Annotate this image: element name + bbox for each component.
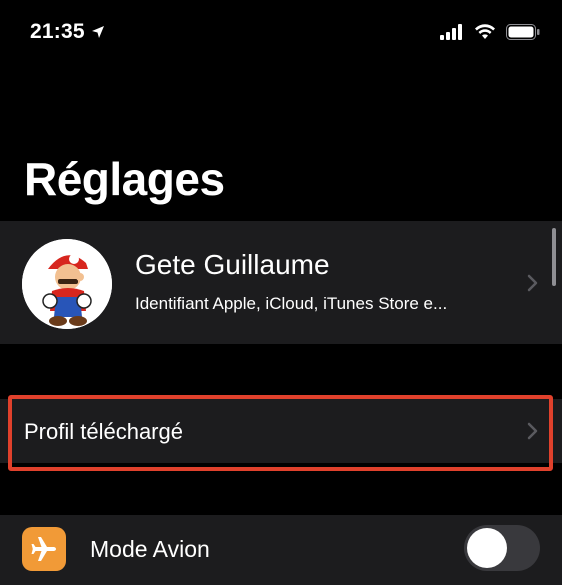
scroll-indicator[interactable] — [552, 228, 556, 286]
apple-id-profile-row[interactable]: Gete Guillaume Identifiant Apple, iCloud… — [0, 221, 562, 344]
avatar-image — [22, 239, 112, 329]
status-bar: 21:35 — [0, 0, 562, 70]
profile-subtitle: Identifiant Apple, iCloud, iTunes Store … — [135, 294, 448, 313]
cellular-signal-icon — [440, 24, 462, 40]
chevron-right-icon — [527, 274, 538, 292]
profile-name: Gete Guillaume — [135, 249, 330, 280]
airplane-mode-row: Mode Avion — [0, 515, 562, 585]
airplane-icon-tile — [22, 527, 66, 571]
page-title: Réglages — [24, 153, 225, 205]
location-arrow-icon — [91, 26, 104, 38]
status-time: 21:35 — [30, 20, 105, 44]
airplane-mode-toggle[interactable] — [464, 525, 540, 571]
mario-avatar — [22, 239, 112, 329]
status-indicators — [440, 24, 540, 40]
battery-icon — [506, 24, 540, 40]
status-time-text: 21:35 — [30, 20, 85, 43]
wifi-icon — [475, 24, 495, 39]
airplane-icon — [31, 537, 56, 561]
toggle-knob[interactable] — [467, 528, 507, 568]
airplane-mode-label: Mode Avion — [90, 536, 210, 562]
highlight-annotation-box — [8, 395, 553, 471]
